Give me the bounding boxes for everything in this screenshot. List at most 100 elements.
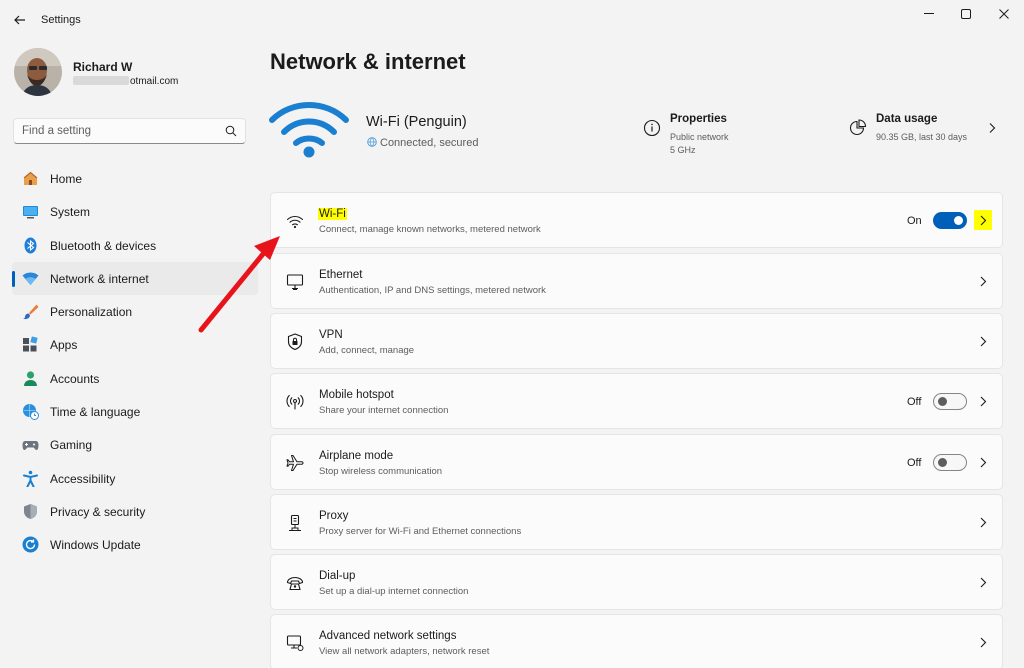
card-title: Airplane mode xyxy=(319,450,394,462)
sidebar-item-personalization[interactable]: Personalization xyxy=(12,295,258,328)
card-subtitle: Connect, manage known networks, metered … xyxy=(319,224,541,235)
close-button[interactable] xyxy=(987,4,1021,24)
shield-icon xyxy=(24,503,37,519)
home-icon xyxy=(23,171,38,185)
network-profile: Public network xyxy=(670,132,729,142)
airplane-mode-card[interactable]: Airplane mode Stop wireless communicatio… xyxy=(270,434,1003,490)
back-button[interactable] xyxy=(10,10,30,30)
card-subtitle: Proxy server for Wi-Fi and Ethernet conn… xyxy=(319,526,522,537)
card-subtitle: Add, connect, manage xyxy=(319,345,415,356)
sidebar-item-label: Accessibility xyxy=(50,471,116,486)
search-icon xyxy=(225,125,237,137)
sidebar-item-label: Home xyxy=(50,172,83,186)
sidebar-item-label: Personalization xyxy=(50,305,133,320)
close-icon xyxy=(999,9,1009,19)
sidebar-nav: Home System Bluetooth & devices Network … xyxy=(12,162,258,562)
wifi-card[interactable]: Wi-Fi Connect, manage known networks, me… xyxy=(270,192,1003,248)
maximize-icon xyxy=(961,9,971,19)
user-name: Richard W xyxy=(73,60,133,74)
title-bar: Settings xyxy=(0,0,1024,40)
proxy-card[interactable]: Proxy Proxy server for Wi-Fi and Etherne… xyxy=(270,494,1003,550)
info-icon xyxy=(643,119,661,137)
globe-icon xyxy=(367,137,377,147)
mobile-hotspot-toggle[interactable] xyxy=(933,393,967,410)
sidebar-item-label: Time & language xyxy=(50,405,141,420)
network-band: 5 GHz xyxy=(670,145,696,155)
accessibility-icon xyxy=(23,470,38,487)
network-icon xyxy=(22,272,39,285)
sidebar-item-label: Windows Update xyxy=(50,538,141,553)
wifi-icon xyxy=(286,215,304,229)
sidebar-item-privacy-security[interactable]: Privacy & security xyxy=(12,495,258,528)
chevron-right-icon xyxy=(980,336,987,347)
minimize-icon xyxy=(924,13,934,14)
chevron-right-icon xyxy=(980,637,987,648)
sidebar-item-home[interactable]: Home xyxy=(12,162,258,195)
vpn-shield-icon xyxy=(287,333,303,351)
card-title: Ethernet xyxy=(319,269,363,281)
data-usage-link[interactable]: Data usage 90.35 GB, last 30 days xyxy=(849,113,999,159)
search-box[interactable] xyxy=(13,118,246,144)
sidebar-item-accessibility[interactable]: Accessibility xyxy=(12,462,258,495)
sidebar-item-label: Accounts xyxy=(50,371,100,386)
chevron-right-icon xyxy=(980,276,987,287)
chevron-right-icon xyxy=(980,517,987,528)
vpn-card[interactable]: VPN Add, connect, manage xyxy=(270,313,1003,369)
ethernet-icon xyxy=(286,274,304,291)
update-icon xyxy=(22,536,39,553)
card-subtitle: Set up a dial-up internet connection xyxy=(319,586,469,597)
sidebar-item-label: System xyxy=(50,205,91,220)
sidebar-item-network[interactable]: Network & internet xyxy=(12,261,258,296)
pie-chart-icon xyxy=(849,119,867,136)
card-title: Dial-up xyxy=(319,570,356,582)
app-title: Settings xyxy=(41,14,81,26)
advanced-network-settings-card[interactable]: Advanced network settings View all netwo… xyxy=(270,614,1003,668)
sidebar-item-label: Bluetooth & devices xyxy=(50,238,157,253)
dialup-icon xyxy=(286,576,304,591)
airplane-mode-toggle[interactable] xyxy=(933,454,967,471)
maximize-button[interactable] xyxy=(949,4,983,24)
toggle-state-label: Off xyxy=(907,396,922,408)
wifi-toggle[interactable] xyxy=(933,212,967,229)
properties-link[interactable]: Properties Public network 5 GHz xyxy=(643,113,803,159)
advanced-network-icon xyxy=(286,635,304,651)
card-subtitle: View all network adapters, network reset xyxy=(319,646,490,657)
minimize-button[interactable] xyxy=(912,4,946,24)
wifi-hero-icon xyxy=(269,102,349,158)
connection-status: Connected, secured xyxy=(367,137,478,149)
card-title: VPN xyxy=(319,329,343,341)
chevron-right-icon xyxy=(980,396,987,407)
data-usage-detail: 90.35 GB, last 30 days xyxy=(876,132,968,142)
sidebar-item-apps[interactable]: Apps xyxy=(12,328,258,361)
sidebar-item-label: Gaming xyxy=(50,438,93,453)
card-subtitle: Share your internet connection xyxy=(319,405,449,416)
proxy-icon xyxy=(289,514,301,531)
chevron-right-icon xyxy=(980,577,987,588)
hotspot-icon xyxy=(286,394,304,410)
sidebar-item-label: Network & internet xyxy=(50,271,149,286)
chevron-right-icon xyxy=(980,457,987,468)
sidebar-item-system[interactable]: System xyxy=(12,195,258,228)
sidebar-item-time-language[interactable]: Time & language xyxy=(12,395,258,428)
mobile-hotspot-card[interactable]: Mobile hotspot Share your internet conne… xyxy=(270,373,1003,429)
search-input[interactable] xyxy=(22,123,212,139)
back-arrow-icon xyxy=(14,15,25,25)
card-title: Advanced network settings xyxy=(319,630,457,642)
card-title: Mobile hotspot xyxy=(319,389,394,401)
connection-name: Wi-Fi (Penguin) xyxy=(366,114,467,130)
dial-up-card[interactable]: Dial-up Set up a dial-up internet connec… xyxy=(270,554,1003,610)
sidebar-item-windows-update[interactable]: Windows Update xyxy=(12,528,258,561)
ethernet-card[interactable]: Ethernet Authentication, IP and DNS sett… xyxy=(270,253,1003,309)
sidebar-item-bluetooth[interactable]: Bluetooth & devices xyxy=(12,229,258,262)
wifi-chevron-button[interactable] xyxy=(974,210,992,230)
sidebar-item-label: Privacy & security xyxy=(50,504,146,519)
bluetooth-icon xyxy=(24,237,37,254)
avatar xyxy=(14,48,62,96)
sidebar-item-gaming[interactable]: Gaming xyxy=(12,428,258,461)
sidebar-item-accounts[interactable]: Accounts xyxy=(12,362,258,395)
card-title: Wi-Fi xyxy=(318,208,347,220)
brush-icon xyxy=(23,304,39,320)
system-icon xyxy=(23,206,38,219)
gamepad-icon xyxy=(22,441,39,451)
user-profile[interactable]: Richard W otmail.com xyxy=(14,48,254,98)
